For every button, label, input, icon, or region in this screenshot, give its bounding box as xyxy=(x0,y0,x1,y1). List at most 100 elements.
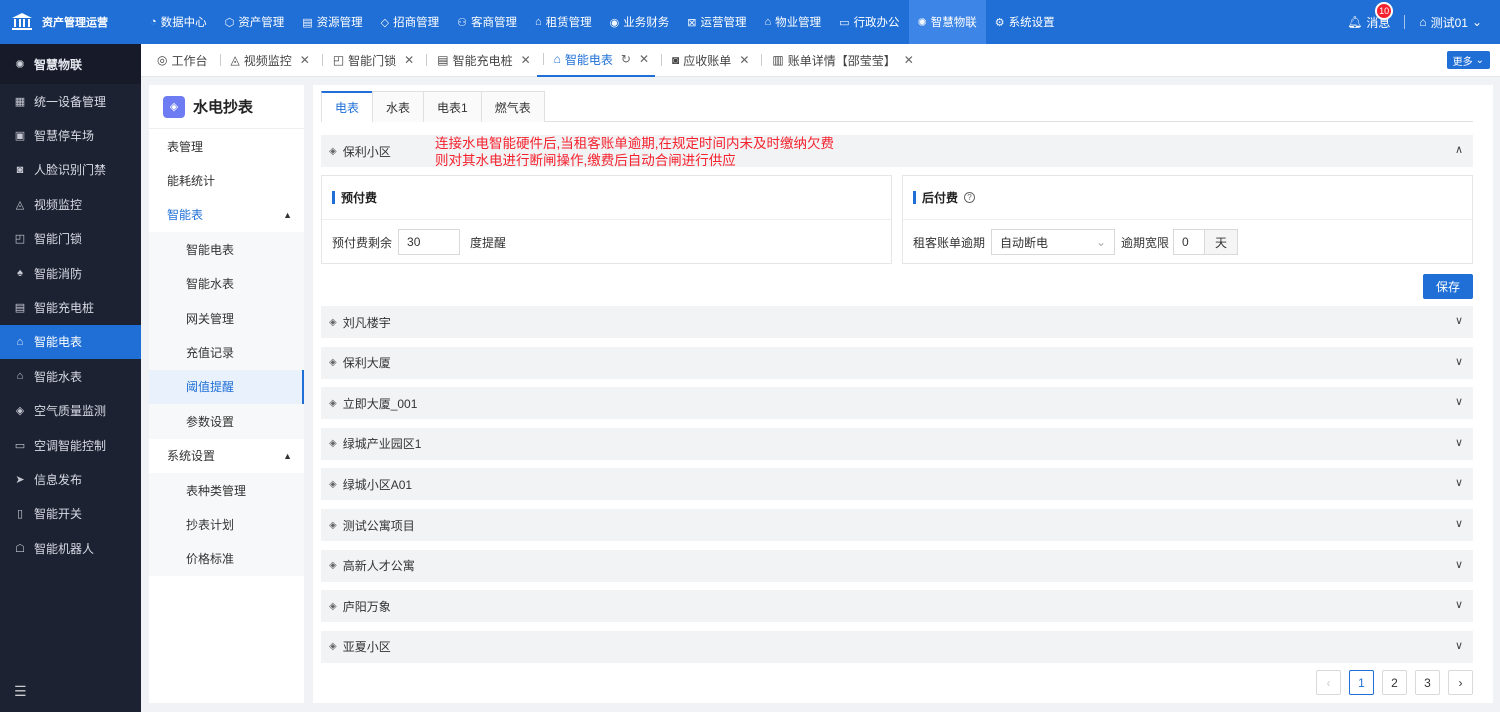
tab-electric-1[interactable]: 电表1 xyxy=(423,91,482,122)
nav-item-3[interactable]: ◇ 招商管理 xyxy=(372,0,448,44)
sidebar-icon: ◙ xyxy=(16,163,24,176)
nav-icon: ◇ xyxy=(380,16,390,29)
submenu-group-smart-meter[interactable]: 智能表 ▲ xyxy=(149,198,304,232)
submenu-item-energy-stats[interactable]: 能耗统计 xyxy=(149,163,304,197)
project-accordion[interactable]: ◈ 高新人才公寓 ∨ xyxy=(321,549,1473,582)
tab-2[interactable]: ◰ 智能门锁 ✕ xyxy=(316,44,420,77)
submenu-item-reading-plan[interactable]: 抄表计划 xyxy=(149,507,304,542)
sidebar-item-13[interactable]: ☖ 智能机器人 xyxy=(0,531,141,565)
close-icon[interactable]: ✕ xyxy=(404,53,414,67)
submenu-item-recharge-records[interactable]: 充值记录 xyxy=(149,335,304,370)
nav-item-9[interactable]: ▭ 行政办公 xyxy=(830,0,908,44)
nav-item-2[interactable]: ▤ 资源管理 xyxy=(293,0,371,44)
close-icon[interactable]: ✕ xyxy=(300,53,310,67)
project-name: 绿城产业园区1 xyxy=(342,437,422,452)
project-accordion[interactable]: ◈ 绿城产业园区1 ∨ xyxy=(321,427,1473,460)
close-icon[interactable]: ✕ xyxy=(639,52,649,66)
project-name: 亚夏小区 xyxy=(342,640,391,655)
sidebar-item-9[interactable]: ◈ 空气质量监测 xyxy=(0,394,141,428)
project-accordion[interactable]: ◈ 测试公寓项目 ∨ xyxy=(321,509,1473,541)
refresh-icon[interactable]: ↻ xyxy=(621,52,631,66)
project-accordion[interactable]: ◈ 刘凡楼宇 ∨ xyxy=(321,306,1473,338)
tab-3[interactable]: ▤ 智能充电桩 ✕ xyxy=(420,44,536,77)
tab-0[interactable]: ◎ 工作台 xyxy=(151,44,214,77)
messages-button[interactable]: 🔔︎ 消息 10 xyxy=(1347,1,1394,31)
brand[interactable]: 资产管理运营 xyxy=(0,0,141,44)
prepaid-threshold-input[interactable]: 30 xyxy=(398,229,461,255)
sidebar-item-5[interactable]: ♠ 智能消防 xyxy=(0,256,141,290)
nav-item-10[interactable]: ✺ 智慧物联 xyxy=(908,0,986,44)
nav-item-7[interactable]: ⊠ 运营管理 xyxy=(678,0,755,44)
overdue-action-select[interactable]: 自动断电 ⌄ xyxy=(991,229,1116,255)
tab-5[interactable]: ◙ 应收账单 ✕ xyxy=(655,44,755,77)
submenu-header: ◈ 水电抄表 xyxy=(149,85,304,129)
tab-electric[interactable]: 电表 xyxy=(321,91,374,122)
page-2-button[interactable]: 2 xyxy=(1382,670,1407,695)
close-icon[interactable]: ✕ xyxy=(904,53,914,67)
project-accordion[interactable]: ◈ 立即大厦_001 ∨ xyxy=(321,387,1473,420)
submenu-item-meter-types[interactable]: 表种类管理 xyxy=(149,472,304,508)
submenu-item-smart-water[interactable]: 智能水表 xyxy=(149,266,304,301)
sidebar-icon: ♠ xyxy=(17,267,23,280)
project-accordion[interactable]: ◈ 保利大厦 ∨ xyxy=(321,346,1473,379)
sidebar-item-label: 空气质量监测 xyxy=(34,404,107,419)
nav-item-8[interactable]: ⌂ 物业管理 xyxy=(756,0,831,44)
sidebar-item-7[interactable]: ⌂ 智能电表 xyxy=(0,324,141,360)
sidebar-item-2[interactable]: ◙ 人脸识别门禁 xyxy=(0,153,141,187)
sidebar-icon: ☖ xyxy=(15,542,25,555)
project-name: 庐阳万象 xyxy=(342,599,391,614)
page-1-button[interactable]: 1 xyxy=(1349,670,1374,695)
project-accordion[interactable]: ◈ 绿城小区A01 ∨ xyxy=(321,468,1473,501)
save-button[interactable]: 保存 xyxy=(1423,274,1473,299)
nav-item-4[interactable]: ⚇ 客商管理 xyxy=(448,0,526,44)
sidebar-item-label: 智能机器人 xyxy=(34,541,95,556)
prev-page-button[interactable]: ‹ xyxy=(1316,670,1341,695)
tab-label: 视频监控 xyxy=(243,53,292,68)
layers-icon: ◈ xyxy=(329,145,337,157)
tab-6[interactable]: ▥ 账单详情【邵莹莹】 ✕ xyxy=(755,44,919,77)
prepaid-title: 预付费 xyxy=(322,176,891,220)
grace-days-input[interactable]: 0 xyxy=(1173,229,1206,255)
nav-item-11[interactable]: ⚙ 系统设置 xyxy=(986,0,1064,44)
chevron-down-icon: ∨ xyxy=(1454,315,1463,327)
page-3-button[interactable]: 3 xyxy=(1415,670,1440,695)
sidebar-item-10[interactable]: ▭ 空调智能控制 xyxy=(0,428,141,462)
close-icon[interactable]: ✕ xyxy=(739,53,749,67)
tab-1[interactable]: ◬ 视频监控 ✕ xyxy=(214,44,316,77)
sidebar-item-3[interactable]: ◬ 视频监控 xyxy=(0,187,141,221)
tab-gas[interactable]: 燃气表 xyxy=(480,91,545,122)
tab-4[interactable]: ⌂ 智能电表 ↻ ✕ xyxy=(536,44,656,77)
sidebar-item-11[interactable]: ➤ 信息发布 xyxy=(0,462,141,496)
collapse-menu-icon[interactable]: ☰ xyxy=(14,683,27,700)
help-icon[interactable]: ? xyxy=(964,192,976,203)
sidebar-item-8[interactable]: ⌂ 智能水表 xyxy=(0,359,141,393)
more-tabs-button[interactable]: 更多 ⌄ xyxy=(1446,51,1490,69)
sidebar-header[interactable]: ✺ 智慧物联 xyxy=(0,44,141,84)
sidebar-item-4[interactable]: ◰ 智能门锁 xyxy=(0,222,141,256)
nav-item-5[interactable]: ⌂ 租赁管理 xyxy=(526,0,601,44)
messages-badge: 10 xyxy=(1375,1,1394,20)
main-panel: 电表 水表 电表1 燃气表 ◈ 保利小区 ∧ 连接水电智能硬件后,当租客账单逾期… xyxy=(313,85,1493,703)
submenu-item-price-standard[interactable]: 价格标准 xyxy=(149,541,304,577)
sidebar-item-1[interactable]: ▣ 智慧停车场 xyxy=(0,118,141,152)
user-menu[interactable]: ⌂ 测试01 ⌄ xyxy=(1419,14,1482,31)
submenu-group-system-settings[interactable]: 系统设置 ▲ xyxy=(149,439,304,473)
submenu-item-threshold-alert[interactable]: 阈值提醒 xyxy=(149,369,304,405)
nav-item-1[interactable]: ⬡ 资产管理 xyxy=(216,0,294,44)
sidebar-item-6[interactable]: ▤ 智能充电桩 xyxy=(0,290,141,324)
project-accordion[interactable]: ◈ 庐阳万象 ∨ xyxy=(321,590,1473,623)
chevron-down-icon: ∨ xyxy=(1454,518,1463,530)
nav-icon: ✺ xyxy=(917,16,927,29)
sidebar-item-0[interactable]: ▦ 统一设备管理 xyxy=(0,84,141,118)
submenu-item-gateway[interactable]: 网关管理 xyxy=(149,300,304,336)
submenu-item-smart-electric[interactable]: 智能电表 xyxy=(149,232,304,267)
submenu-item-meter-management[interactable]: 表管理 xyxy=(149,129,304,163)
sidebar-item-12[interactable]: ▯ 智能开关 xyxy=(0,497,141,531)
submenu-item-parameters[interactable]: 参数设置 xyxy=(149,404,304,439)
close-icon[interactable]: ✕ xyxy=(521,53,531,67)
nav-item-6[interactable]: ◉ 业务财务 xyxy=(601,0,679,44)
nav-item-0[interactable]: ◔ 数据中心 xyxy=(141,0,216,44)
project-accordion[interactable]: ◈ 亚夏小区 ∨ xyxy=(321,630,1473,663)
next-page-button[interactable]: › xyxy=(1448,670,1473,695)
tab-water[interactable]: 水表 xyxy=(372,91,425,122)
